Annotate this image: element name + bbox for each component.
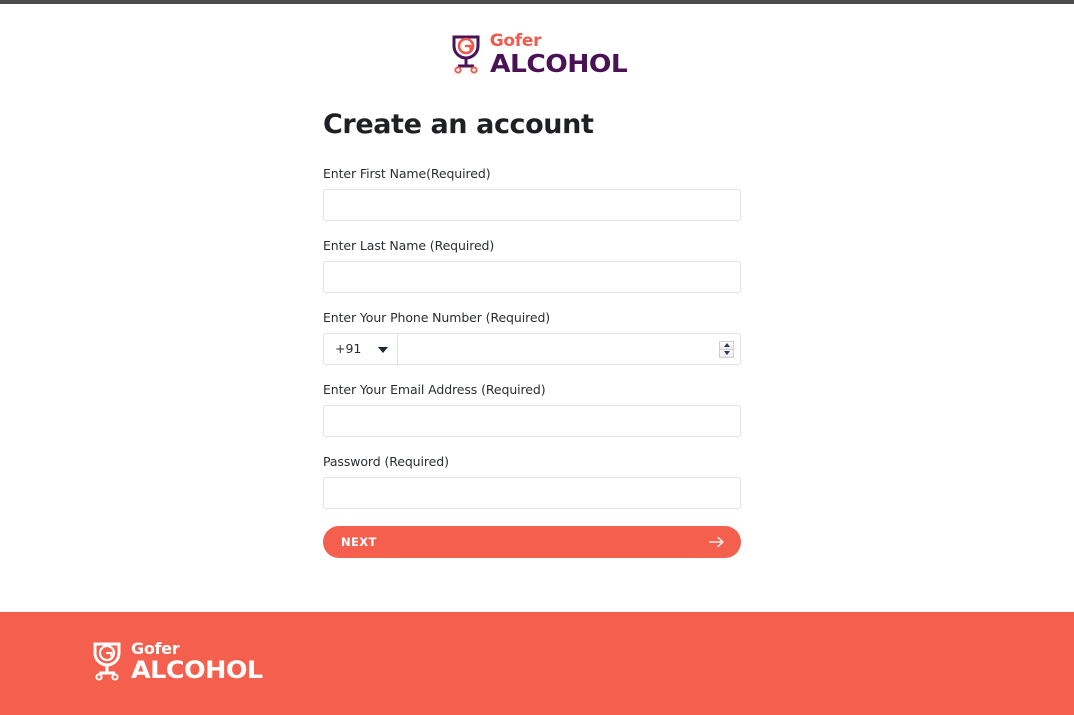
password-input[interactable]: [323, 476, 741, 509]
logo-text-gofer: Gofer: [489, 30, 542, 51]
field-password: Password (Required): [323, 454, 741, 509]
footer-logo-text-gofer: Gofer: [131, 638, 180, 658]
phone-label: Enter Your Phone Number (Required): [323, 309, 551, 325]
country-code-value: +91: [335, 341, 362, 357]
field-last-name: Enter Last Name (Required): [323, 238, 741, 293]
next-button-label: NEXT: [341, 534, 377, 549]
field-email: Enter Your Email Address (Required): [323, 382, 741, 437]
email-input[interactable]: [323, 404, 741, 437]
email-label: Enter Your Email Address (Required): [323, 381, 546, 397]
arrow-right-icon: [708, 534, 725, 550]
stepper-up-button[interactable]: [719, 340, 734, 350]
header-logo[interactable]: Gofer ALCOHOL: [449, 30, 628, 76]
header-logo-wordmark: Gofer ALCOHOL: [489, 30, 628, 76]
page-title: Create an account: [323, 109, 594, 140]
country-code-select[interactable]: +91: [323, 332, 397, 365]
chevron-down-icon: [378, 346, 388, 353]
last-name-input[interactable]: [323, 260, 741, 293]
wine-glass-cart-icon: [90, 640, 124, 682]
footer-logo[interactable]: Gofer ALCOHOL: [90, 638, 263, 682]
field-first-name: Enter First Name(Required): [323, 166, 741, 221]
phone-input-group: +91: [323, 332, 741, 365]
logo-text-alcohol: ALCOHOL: [489, 48, 628, 78]
phone-number-input[interactable]: [397, 332, 741, 365]
phone-number-wrapper: [397, 332, 741, 365]
footer-logo-wordmark: Gofer ALCOHOL: [131, 638, 263, 682]
stepper-down-button[interactable]: [719, 349, 734, 358]
field-phone: Enter Your Phone Number (Required) +91: [323, 310, 741, 365]
first-name-label: Enter First Name(Required): [323, 165, 491, 181]
footer-logo-text-alcohol: ALCOHOL: [131, 655, 263, 684]
first-name-input[interactable]: [323, 188, 741, 221]
next-button[interactable]: NEXT: [323, 525, 741, 558]
last-name-label: Enter Last Name (Required): [323, 237, 495, 253]
number-stepper-icon[interactable]: [719, 340, 734, 358]
site-header: Gofer ALCOHOL: [0, 4, 1074, 104]
site-footer: Gofer ALCOHOL: [0, 612, 1074, 715]
password-label: Password (Required): [323, 453, 449, 469]
signup-form: Create an account Enter First Name(Requi…: [323, 110, 741, 558]
wine-glass-cart-icon: [449, 33, 483, 75]
page-root: Gofer ALCOHOL Create an account Enter Fi…: [0, 0, 1074, 715]
